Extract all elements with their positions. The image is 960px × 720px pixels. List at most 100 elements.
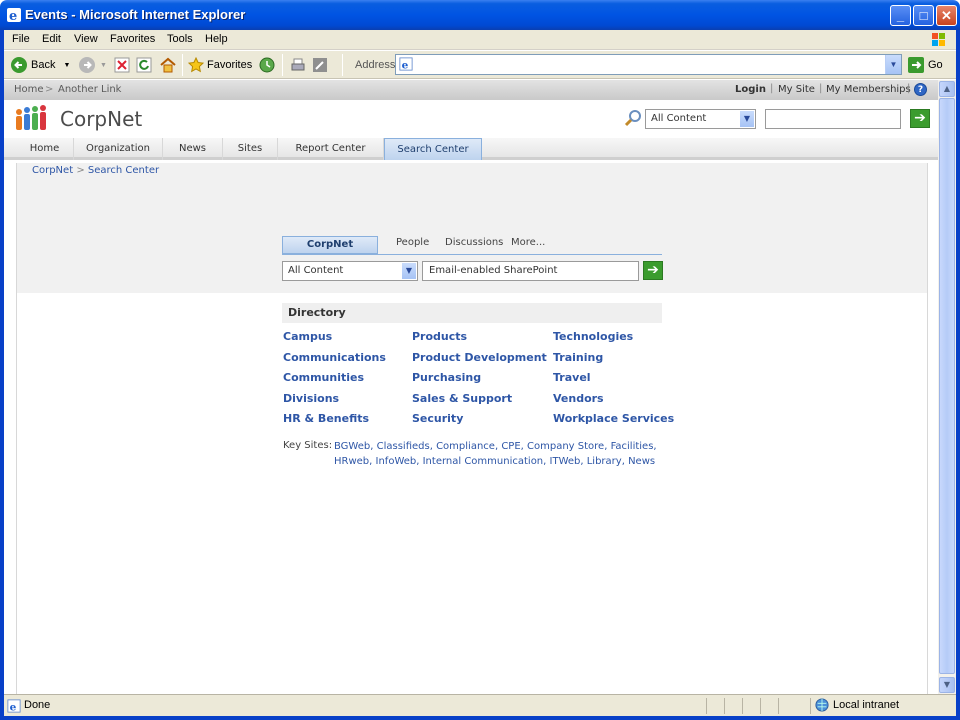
login-link[interactable]: Login: [735, 84, 766, 95]
key-site-link[interactable]: BGWeb: [334, 441, 370, 452]
menu-file[interactable]: File: [12, 33, 30, 45]
menu-view[interactable]: View: [74, 33, 98, 45]
search-tab-discussions[interactable]: Discussions: [445, 237, 503, 248]
back-button[interactable]: Back ▼: [10, 55, 70, 75]
directory-link[interactable]: Vendors: [553, 392, 604, 405]
global-links-bar: Home > Another Link Login | My Site | My…: [4, 80, 938, 100]
back-dropdown-icon[interactable]: ▼: [63, 62, 70, 69]
address-dropdown-icon[interactable]: ▼: [885, 55, 901, 74]
directory-link[interactable]: Sales & Support: [412, 392, 512, 405]
status-cell: [706, 698, 724, 714]
menu-favorites[interactable]: Favorites: [110, 33, 155, 45]
key-site-link[interactable]: Internal Communication: [423, 456, 544, 467]
stop-button[interactable]: [114, 55, 130, 75]
search-area-background: CorpNet > Search Center CorpNet People D…: [17, 163, 927, 293]
key-site-link[interactable]: Compliance: [436, 441, 495, 452]
directory-link[interactable]: Technologies: [553, 330, 633, 343]
maximize-button[interactable]: □: [913, 5, 934, 26]
global-breadcrumb-home[interactable]: Home: [14, 84, 44, 95]
key-site-link[interactable]: Classifieds: [377, 441, 430, 452]
scroll-up-icon[interactable]: ▲: [939, 81, 955, 97]
close-button[interactable]: ✕: [936, 5, 957, 26]
menu-edit[interactable]: Edit: [42, 33, 61, 45]
directory-link[interactable]: Product Development: [412, 351, 547, 364]
key-site-link[interactable]: CPE: [501, 441, 520, 452]
go-label: Go: [928, 59, 943, 71]
directory-link[interactable]: Security: [412, 412, 463, 425]
menu-tools[interactable]: Tools: [167, 33, 193, 45]
key-site-link[interactable]: InfoWeb: [376, 456, 417, 467]
key-site-link[interactable]: HRweb: [334, 456, 369, 467]
search-tab-more[interactable]: More...: [511, 237, 545, 248]
directory-link[interactable]: Workplace Services: [553, 412, 674, 425]
go-button[interactable]: Go: [907, 55, 943, 75]
star-icon: [188, 57, 204, 73]
vertical-scrollbar[interactable]: ▲ ▼: [938, 80, 956, 694]
directory-link[interactable]: Divisions: [283, 392, 339, 405]
directory-link[interactable]: Purchasing: [412, 371, 481, 384]
security-zone-label: Local intranet: [833, 699, 900, 711]
breadcrumb-separator: >: [76, 165, 85, 176]
minimize-button[interactable]: _: [890, 5, 911, 26]
directory-link[interactable]: Communications: [283, 351, 386, 364]
page-viewport: Home > Another Link Login | My Site | My…: [4, 80, 938, 694]
history-button[interactable]: [259, 55, 275, 75]
page-body: CorpNet > Search Center CorpNet People D…: [16, 163, 928, 694]
key-site-link[interactable]: Facilities: [611, 441, 654, 452]
tab-organization[interactable]: Organization: [74, 138, 163, 160]
global-breadcrumb-separator: >: [45, 84, 54, 95]
forward-button[interactable]: ▼: [78, 55, 107, 75]
edit-icon: [313, 58, 327, 72]
directory-link[interactable]: Communities: [283, 371, 364, 384]
home-button[interactable]: [159, 55, 177, 75]
help-icon[interactable]: ?: [914, 83, 927, 96]
refresh-icon: [136, 57, 152, 73]
windows-logo-icon: [932, 33, 945, 46]
site-title[interactable]: CorpNet: [60, 107, 142, 131]
search-go-button[interactable]: ➔: [643, 261, 663, 280]
directory-link[interactable]: Products: [412, 330, 467, 343]
top-nav-tabs: Home Organization News Sites Report Cent…: [4, 138, 938, 160]
key-site-link[interactable]: Library: [587, 456, 622, 467]
address-label: Address: [355, 59, 396, 71]
address-bar[interactable]: e ▼: [395, 54, 902, 75]
forward-dropdown-icon[interactable]: ▼: [100, 62, 107, 69]
search-icon: [624, 110, 641, 127]
scroll-down-icon[interactable]: ▼: [939, 677, 955, 693]
my-memberships-link[interactable]: My Memberships: [826, 84, 911, 95]
search-query-input[interactable]: Email-enabled SharePoint: [422, 261, 639, 281]
favorites-button[interactable]: Favorites: [188, 55, 252, 75]
key-site-link[interactable]: ITWeb: [550, 456, 581, 467]
header-scope-select[interactable]: All Content ▼: [645, 109, 756, 129]
refresh-button[interactable]: [136, 55, 152, 75]
security-zone: Local intranet: [810, 698, 950, 714]
ie-icon: e: [7, 8, 21, 23]
breadcrumb-current[interactable]: Search Center: [88, 165, 159, 176]
my-site-link[interactable]: My Site: [778, 84, 815, 95]
search-tab-corpnet[interactable]: CorpNet: [282, 236, 378, 254]
tab-report-center[interactable]: Report Center: [278, 138, 384, 160]
edit-button[interactable]: [312, 55, 328, 75]
menu-help[interactable]: Help: [205, 33, 228, 45]
print-button[interactable]: [290, 55, 306, 75]
search-tab-people[interactable]: People: [396, 237, 429, 248]
search-scope-value: All Content: [288, 265, 344, 276]
tab-home[interactable]: Home: [16, 138, 74, 160]
directory-link[interactable]: Training: [553, 351, 603, 364]
tab-search-center[interactable]: Search Center: [384, 138, 482, 160]
directory-link[interactable]: HR & Benefits: [283, 412, 369, 425]
header-search-input[interactable]: [765, 109, 901, 129]
key-site-link[interactable]: News: [628, 456, 655, 467]
directory-link[interactable]: Campus: [283, 330, 332, 343]
directory-link[interactable]: Travel: [553, 371, 591, 384]
scrollbar-thumb[interactable]: [939, 98, 955, 674]
tab-news[interactable]: News: [163, 138, 223, 160]
search-scope-select[interactable]: All Content ▼: [282, 261, 418, 281]
breadcrumb-root[interactable]: CorpNet: [32, 165, 73, 176]
key-site-link[interactable]: Company Store: [527, 441, 604, 452]
toolbar-separator: [182, 54, 183, 76]
tab-sites[interactable]: Sites: [223, 138, 278, 160]
link-divider: |: [907, 83, 911, 94]
header-search-go-button[interactable]: ➔: [910, 109, 930, 128]
global-breadcrumb-link[interactable]: Another Link: [58, 84, 121, 95]
